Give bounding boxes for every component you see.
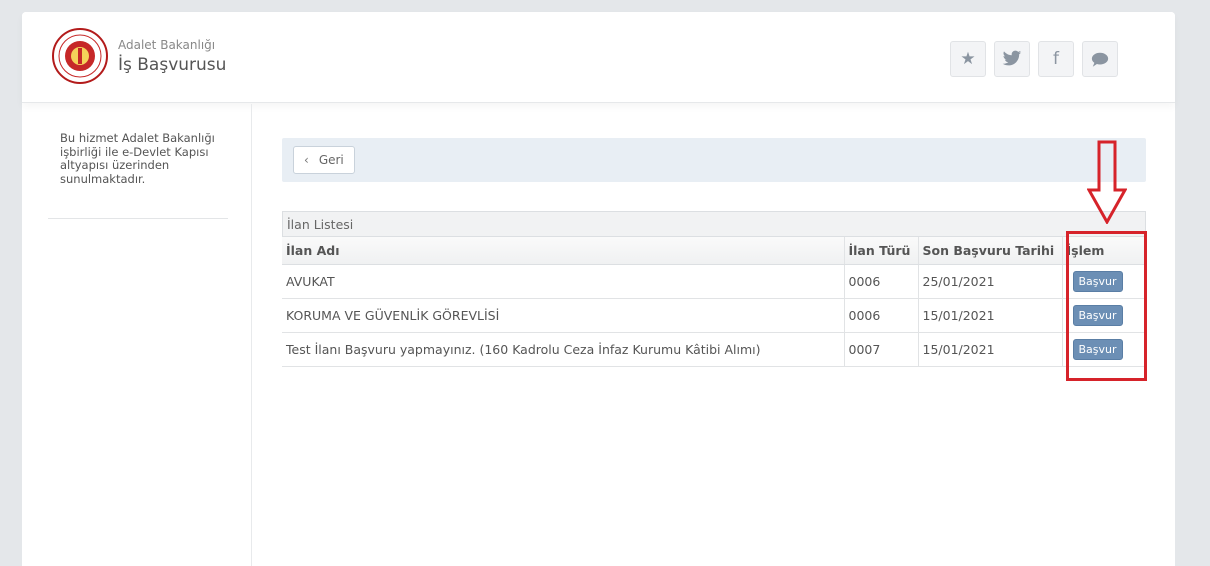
cell-name: KORUMA VE GÜVENLİK GÖREVLİSİ: [282, 298, 844, 333]
listing-title: İlan Listesi: [282, 211, 1146, 237]
cell-name: AVUKAT: [282, 264, 844, 299]
listing-panel: İlan Listesi İlan Adı İlan Türü Son Başv…: [282, 211, 1146, 367]
annotation-highlight-box: [1066, 231, 1147, 381]
back-button-label: Geri: [318, 153, 344, 167]
column-header-type: İlan Türü: [843, 237, 918, 265]
facebook-icon[interactable]: f: [1038, 41, 1074, 77]
header: Adalet Bakanlığı İş Başvurusu ★ f: [22, 12, 1175, 103]
cell-type: 0006: [843, 264, 918, 299]
org-name: Adalet Bakanlığı: [118, 38, 216, 52]
page-container: Adalet Bakanlığı İş Başvurusu ★ f Bu hiz…: [22, 12, 1175, 566]
cell-name: Test İlanı Başvuru yapmayınız. (160 Kadr…: [282, 332, 844, 367]
twitter-icon[interactable]: [994, 41, 1030, 77]
annotation-arrow-icon: [1087, 140, 1127, 224]
table-row: KORUMA VE GÜVENLİK GÖREVLİSİ 0006 15/01/…: [282, 298, 1146, 333]
toolbar: ‹ Geri: [282, 138, 1146, 182]
table-row: Test İlanı Başvuru yapmayınız. (160 Kadr…: [282, 332, 1146, 367]
cell-deadline: 15/01/2021: [917, 332, 1062, 367]
table-row: AVUKAT 0006 25/01/2021 Başvur: [282, 264, 1146, 299]
column-header-name: İlan Adı: [282, 237, 844, 265]
ministry-seal-icon[interactable]: [51, 27, 109, 85]
listing-table: İlan Adı İlan Türü Son Başvuru Tarihi İş…: [282, 237, 1146, 367]
chevron-left-icon: ‹: [304, 153, 309, 167]
comment-icon[interactable]: [1082, 41, 1118, 77]
column-header-deadline: Son Başvuru Tarihi: [917, 237, 1062, 265]
service-title: İş Başvurusu: [118, 55, 227, 75]
sidebar-divider: [48, 218, 228, 219]
star-icon[interactable]: ★: [950, 41, 986, 77]
back-button[interactable]: ‹ Geri: [293, 146, 355, 174]
cell-deadline: 25/01/2021: [917, 264, 1062, 299]
sidebar-info-text: Bu hizmet Adalet Bakanlığı işbirliği ile…: [60, 131, 215, 186]
cell-type: 0007: [843, 332, 918, 367]
table-header-row: İlan Adı İlan Türü Son Başvuru Tarihi İş…: [282, 237, 1146, 265]
cell-type: 0006: [843, 298, 918, 333]
sidebar: Bu hizmet Adalet Bakanlığı işbirliği ile…: [22, 104, 252, 566]
cell-deadline: 15/01/2021: [917, 298, 1062, 333]
